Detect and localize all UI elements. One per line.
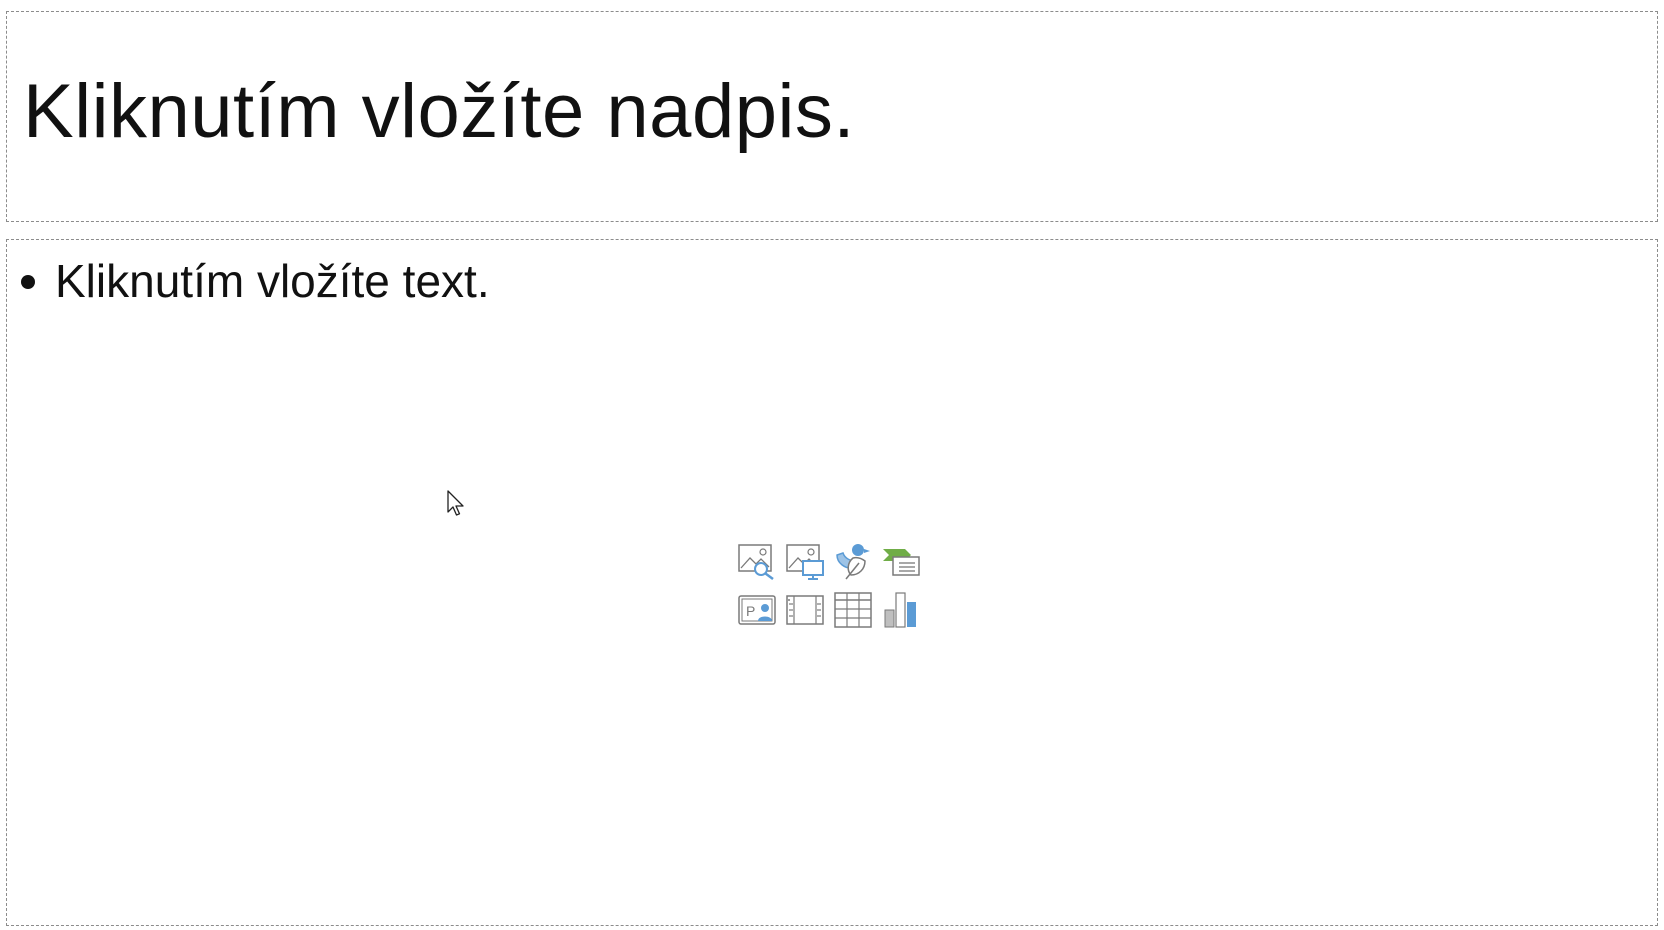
- video-icon[interactable]: [785, 590, 825, 630]
- online-pictures-icon[interactable]: [785, 541, 825, 581]
- smartart-icon[interactable]: [881, 541, 921, 581]
- icons-icon[interactable]: [833, 541, 873, 581]
- content-placeholder[interactable]: Kliknutím vložíte text. P: [6, 239, 1658, 926]
- insert-content-icons: P: [737, 541, 935, 630]
- title-placeholder[interactable]: Kliknutím vložíte nadpis.: [6, 11, 1658, 222]
- cameo-icon[interactable]: P: [737, 590, 777, 630]
- title-placeholder-text: Kliknutím vložíte nadpis.: [23, 69, 855, 154]
- stock-images-icon[interactable]: [737, 541, 777, 581]
- content-placeholder-text: Kliknutím vložíte text.: [55, 255, 490, 307]
- table-icon[interactable]: [833, 590, 873, 630]
- svg-text:P: P: [746, 603, 755, 619]
- bullet-dot: [21, 274, 35, 289]
- chart-icon[interactable]: [881, 590, 921, 630]
- bullet-item: Kliknutím vložíte text.: [21, 254, 490, 309]
